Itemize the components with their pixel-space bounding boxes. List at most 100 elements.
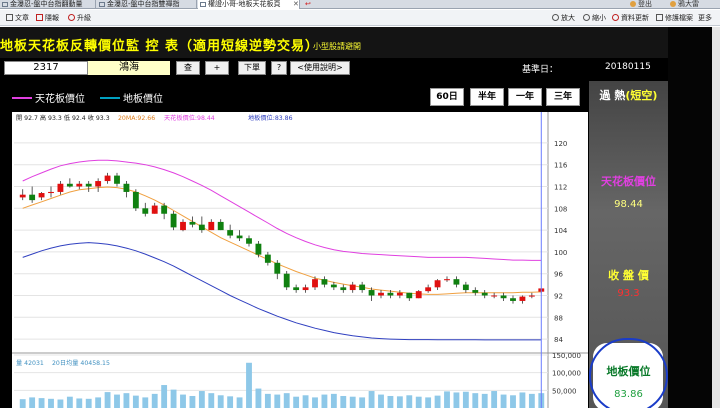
page-icon bbox=[2, 2, 8, 7]
refresh-button[interactable]: 資料更新 bbox=[612, 13, 649, 23]
monitor-app: 地板天花板反轉價位監 控 表（適用短線逆勢交易） 小型股請避開 2317 鴻海 … bbox=[0, 27, 720, 408]
article-label: 文章 bbox=[15, 14, 29, 22]
candle-body bbox=[500, 295, 507, 299]
volume-bar bbox=[472, 393, 479, 408]
new-tab-icon[interactable]: ↩ bbox=[305, 0, 311, 9]
query-button[interactable]: 查 bbox=[176, 61, 200, 75]
candle-body bbox=[151, 205, 158, 214]
volume-bar bbox=[38, 398, 45, 408]
candle-body bbox=[246, 238, 252, 244]
volume-bar bbox=[180, 394, 186, 408]
candle-body bbox=[132, 191, 139, 209]
volume-bar bbox=[151, 393, 158, 408]
volume-bar bbox=[29, 397, 36, 408]
browser-tab-bar: 金瀑忍-盤中台指翻動量 金瀑忍-盤中台指雙禪指 權證小哥-地板天花板頁 ✕ ↩ … bbox=[0, 0, 720, 9]
refresh-label: 資料更新 bbox=[621, 14, 649, 22]
period-60d-button[interactable]: 60日 bbox=[430, 88, 464, 106]
candle-body bbox=[170, 213, 177, 228]
zoom-in-button[interactable]: 放大 bbox=[552, 13, 575, 23]
volume-bar bbox=[462, 391, 469, 408]
volume-bar bbox=[95, 397, 102, 408]
volume-bar bbox=[85, 398, 92, 408]
side-panel: 過 熱(短空) 天花板價位 98.44 收 盤 價 93.3 地板價位 83.8… bbox=[589, 81, 668, 408]
volume-tick-label: 100,000 bbox=[552, 370, 581, 378]
zoom-out-button[interactable]: 縮小 bbox=[583, 13, 606, 23]
article-button[interactable]: 文章 bbox=[6, 13, 29, 23]
user-name[interactable]: 鴉大雷 bbox=[670, 0, 699, 9]
browser-toolbar: 文章 隱報 升級 放大 縮小 資料更新 修護檔案 更多 bbox=[0, 10, 720, 26]
chart-svg: 120 116 112 108 104 100 96 92 88 84 150,000 100,000… bbox=[12, 112, 588, 408]
price-tick-label: 108 bbox=[554, 205, 567, 213]
legend-floor-label: 地板價位 bbox=[123, 94, 163, 105]
close-value: 93.3 bbox=[617, 288, 640, 299]
refresh-icon bbox=[612, 14, 619, 21]
tab-1[interactable]: 金瀑忍-盤中台指翻動量 bbox=[0, 0, 96, 9]
volume-bar bbox=[274, 394, 281, 408]
report-icon bbox=[36, 14, 43, 21]
upgrade-button[interactable]: 升級 bbox=[68, 13, 91, 23]
price-tick-label: 88 bbox=[554, 314, 563, 322]
volume-bar bbox=[387, 395, 394, 408]
candle-body bbox=[368, 290, 375, 296]
candle-body bbox=[57, 183, 64, 192]
period-3y-button[interactable]: 三年 bbox=[546, 88, 580, 106]
legend-floor: 地板價位 bbox=[100, 90, 163, 105]
price-tick-label: 100 bbox=[554, 249, 567, 257]
add-button[interactable]: + bbox=[205, 61, 229, 75]
repair-button[interactable]: 修護檔案 bbox=[656, 13, 693, 23]
candle-body bbox=[444, 279, 450, 281]
tab-3-active[interactable]: 權證小哥-地板天花板頁 bbox=[198, 0, 300, 9]
candle-body bbox=[425, 287, 432, 292]
volume-bar bbox=[312, 397, 318, 408]
candle-body bbox=[104, 175, 111, 182]
candle-body bbox=[180, 221, 186, 231]
candle-body bbox=[387, 292, 394, 296]
candle-body bbox=[29, 194, 36, 201]
volume-bar bbox=[170, 389, 177, 408]
candle-body bbox=[264, 254, 271, 263]
legend-ceiling-label: 天花板價位 bbox=[35, 94, 85, 105]
candle-body bbox=[217, 221, 224, 231]
price-tick-label: 120 bbox=[554, 140, 567, 148]
volume-bar bbox=[321, 394, 328, 408]
volume-bar bbox=[132, 395, 139, 408]
tab-2[interactable]: 金瀑忍-盤中台指雙禪指 bbox=[97, 0, 197, 9]
candle-body bbox=[19, 194, 26, 198]
candle-body bbox=[340, 287, 347, 291]
page-icon bbox=[200, 2, 206, 7]
price-tick-label: 96 bbox=[554, 271, 563, 279]
base-date-label: 基準日： bbox=[522, 65, 559, 75]
volume-bar bbox=[510, 395, 516, 408]
volume-tick-label: 50,000 bbox=[552, 387, 577, 395]
scrollbar-strip[interactable] bbox=[712, 27, 720, 408]
candle-body bbox=[510, 298, 516, 301]
volume-bar bbox=[396, 396, 403, 408]
page-title: 地板天花板反轉價位監 控 表（適用短線逆勢交易） bbox=[0, 39, 320, 54]
stock-code-input[interactable]: 2317 bbox=[4, 61, 88, 75]
logout-link[interactable]: 登出 bbox=[630, 0, 652, 9]
order-button[interactable]: 下單 bbox=[238, 61, 266, 75]
candle-body bbox=[48, 191, 54, 194]
report-button[interactable]: 隱報 bbox=[36, 13, 59, 23]
more-label: 更多 bbox=[698, 14, 712, 22]
volume-bar bbox=[227, 396, 234, 408]
close-tab-icon[interactable]: ✕ bbox=[293, 0, 299, 9]
candle-body bbox=[349, 284, 356, 291]
ceiling-value: 98.44 bbox=[614, 199, 643, 210]
volume-bar bbox=[114, 394, 120, 408]
help-button[interactable]: ? bbox=[271, 61, 287, 75]
more-button[interactable]: 更多 bbox=[698, 13, 712, 23]
usage-button[interactable]: <使用說明> bbox=[290, 61, 350, 75]
volume-bar bbox=[189, 395, 196, 408]
stock-name: 鴻海 bbox=[88, 61, 170, 75]
period-1y-button[interactable]: 一年 bbox=[508, 88, 542, 106]
candle-body bbox=[312, 279, 318, 288]
user-name-label: 鴉大雷 bbox=[678, 0, 699, 8]
candle-body bbox=[208, 221, 215, 231]
base-date-value: 20180115 bbox=[605, 62, 651, 72]
zoom-in-label: 放大 bbox=[561, 14, 575, 22]
zoom-out-icon bbox=[583, 14, 590, 21]
volume-bar bbox=[123, 393, 130, 408]
candle-body bbox=[406, 292, 413, 299]
period-half-year-button[interactable]: 半年 bbox=[470, 88, 504, 106]
